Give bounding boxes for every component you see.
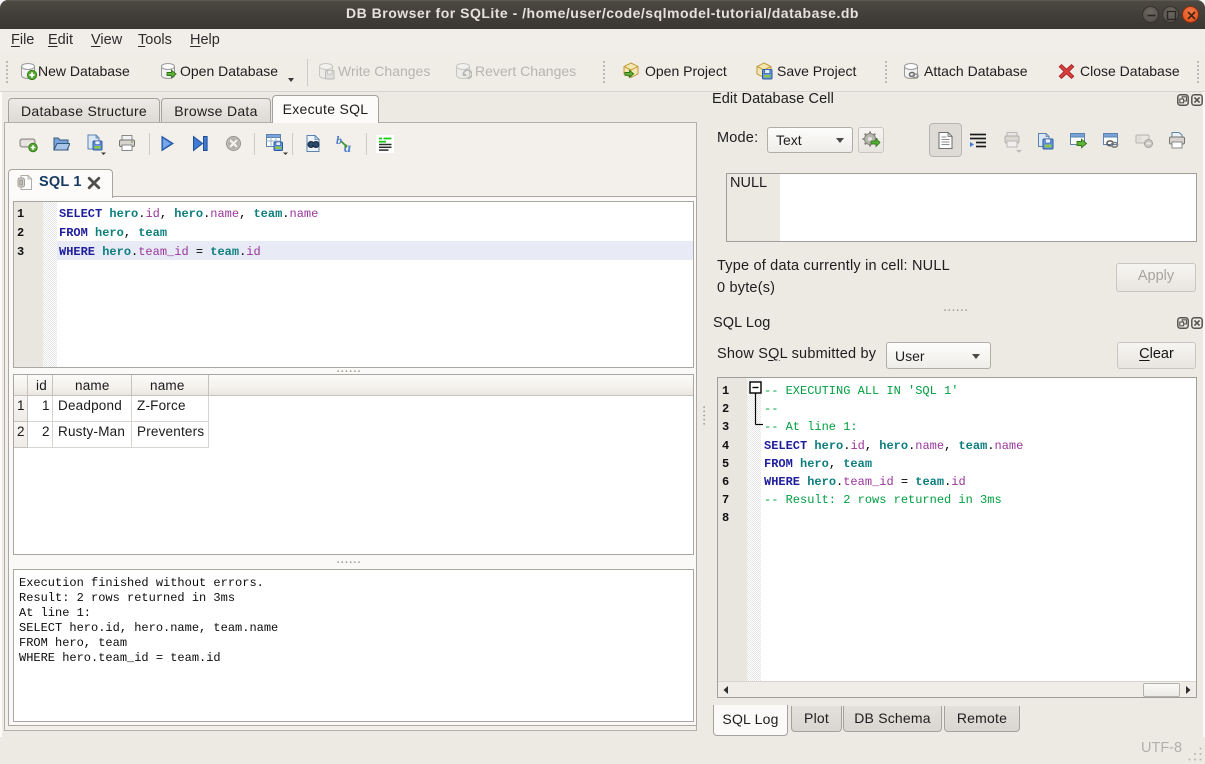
svg-text:b: b	[336, 134, 342, 147]
